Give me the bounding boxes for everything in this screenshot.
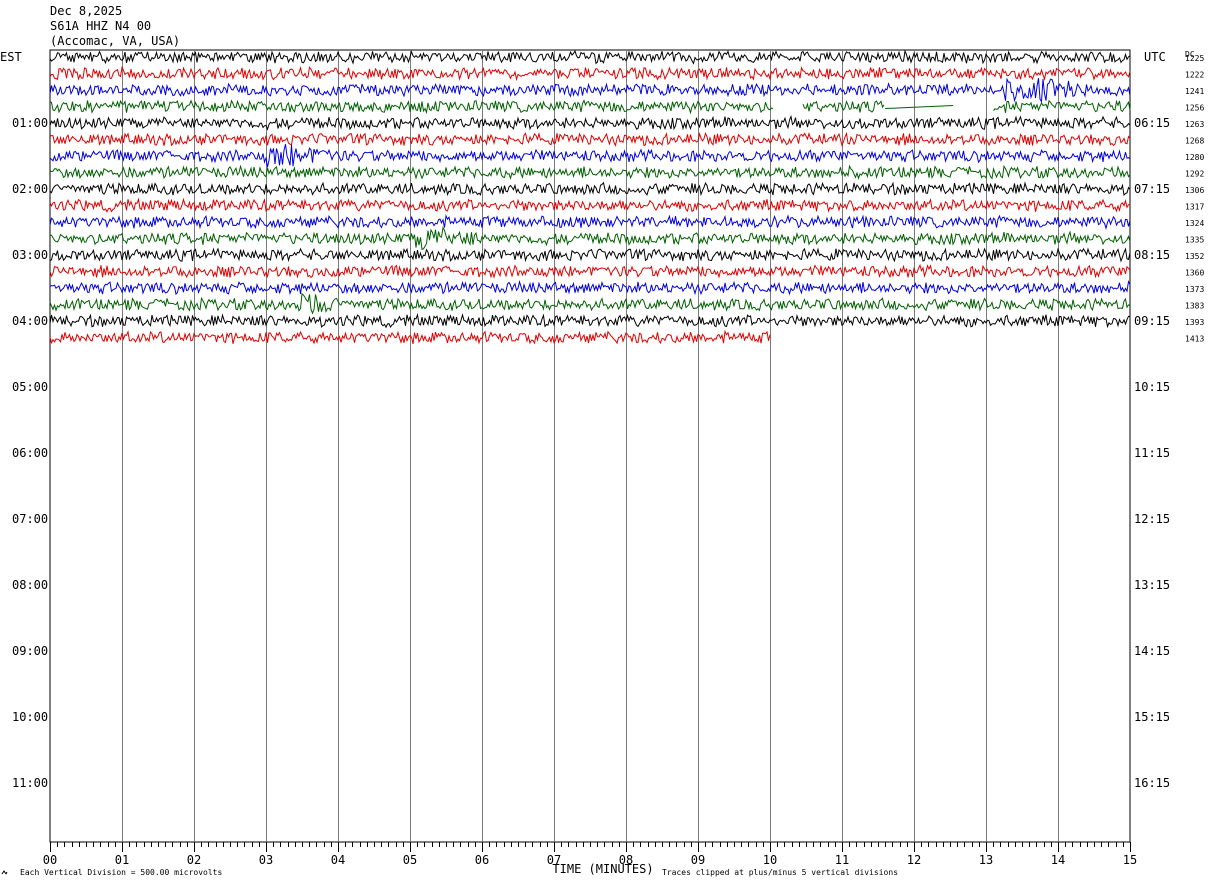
seismic-trace bbox=[49, 49, 1131, 65]
x-tick-label: 00 bbox=[43, 853, 57, 867]
seismic-trace bbox=[49, 99, 1131, 115]
dc-value: 1324 bbox=[1185, 219, 1204, 228]
dc-value: 1256 bbox=[1185, 104, 1204, 113]
gap-connector-line bbox=[885, 105, 954, 109]
dc-value: 1241 bbox=[1185, 87, 1204, 96]
seismic-trace bbox=[49, 144, 1131, 168]
est-hour-label: 07:00 bbox=[12, 512, 48, 526]
seismic-trace bbox=[49, 65, 1131, 82]
dc-value: 1393 bbox=[1185, 318, 1204, 327]
dc-value: 1280 bbox=[1185, 153, 1204, 162]
est-hour-label: 03:00 bbox=[12, 248, 48, 262]
seismic-trace bbox=[50, 226, 1131, 250]
seismic-trace bbox=[49, 77, 1131, 104]
x-tick-label: 04 bbox=[331, 853, 345, 867]
seismic-trace bbox=[49, 247, 1131, 263]
x-tick-label: 05 bbox=[403, 853, 417, 867]
seismic-trace bbox=[49, 279, 1131, 296]
clip-note: Traces clipped at plus/minus 5 vertical … bbox=[662, 868, 898, 877]
dc-value: 1268 bbox=[1185, 137, 1204, 146]
utc-hour-label: 11:15 bbox=[1134, 446, 1170, 460]
est-hour-label: 06:00 bbox=[12, 446, 48, 460]
est-hour-label: 10:00 bbox=[12, 710, 48, 724]
dc-value: 1222 bbox=[1185, 71, 1204, 80]
seismic-trace bbox=[49, 263, 1131, 280]
x-tick-label: 12 bbox=[907, 853, 921, 867]
seismic-trace bbox=[49, 292, 1131, 315]
seismic-trace bbox=[49, 164, 1131, 181]
utc-hour-label: 10:15 bbox=[1134, 380, 1170, 394]
est-hour-label: 08:00 bbox=[12, 578, 48, 592]
dc-value: 1360 bbox=[1185, 269, 1204, 278]
x-tick-label: 10 bbox=[763, 853, 777, 867]
dc-value: 1317 bbox=[1185, 203, 1204, 212]
dc-value: 1225 bbox=[1185, 54, 1204, 63]
dc-value: 1263 bbox=[1185, 120, 1204, 129]
dc-value: 1352 bbox=[1185, 252, 1204, 261]
dc-value: 1306 bbox=[1185, 186, 1204, 195]
x-tick-label: 06 bbox=[475, 853, 489, 867]
dc-value: 1373 bbox=[1185, 285, 1204, 294]
seismic-trace bbox=[49, 131, 1131, 148]
utc-hour-label: 08:15 bbox=[1134, 248, 1170, 262]
est-hour-label: 04:00 bbox=[12, 314, 48, 328]
x-tick-label: 01 bbox=[115, 853, 129, 867]
est-hour-label: 09:00 bbox=[12, 644, 48, 658]
seismic-trace bbox=[49, 197, 1131, 213]
utc-hour-label: 06:15 bbox=[1134, 116, 1170, 130]
x-tick-label: 13 bbox=[979, 853, 993, 867]
est-hour-label: 01:00 bbox=[12, 116, 48, 130]
dc-value: 1413 bbox=[1185, 335, 1204, 344]
utc-hour-label: 07:15 bbox=[1134, 182, 1170, 196]
seismogram-chart: 00 01 02 03 04 05 06 07 08 09 10 11 12 13 14 15TIME (MI… bbox=[1, 49, 1204, 877]
x-axis-title: TIME (MINUTES) bbox=[552, 862, 653, 876]
logo-mark bbox=[1, 870, 8, 875]
utc-hour-label: 15:15 bbox=[1134, 710, 1170, 724]
x-tick-label: 09 bbox=[691, 853, 705, 867]
utc-hour-label: 14:15 bbox=[1134, 644, 1170, 658]
utc-hour-label: 09:15 bbox=[1134, 314, 1170, 328]
seismic-trace bbox=[49, 214, 1131, 231]
x-tick-label: 15 bbox=[1123, 853, 1137, 867]
dc-value: 1335 bbox=[1185, 236, 1204, 245]
seismic-trace bbox=[49, 114, 1131, 131]
scale-note: Each Vertical Division = 500.00 microvol… bbox=[20, 868, 222, 877]
utc-hour-label: 16:15 bbox=[1134, 776, 1170, 790]
dc-value: 1292 bbox=[1185, 170, 1204, 179]
x-tick-label: 14 bbox=[1051, 853, 1065, 867]
dc-value: 1383 bbox=[1185, 302, 1204, 311]
est-hour-label: 02:00 bbox=[12, 182, 48, 196]
utc-hour-label: 13:15 bbox=[1134, 578, 1170, 592]
seismic-trace bbox=[49, 181, 1131, 197]
x-tick-label: 02 bbox=[187, 853, 201, 867]
est-hour-label: 11:00 bbox=[12, 776, 48, 790]
x-tick-label: 11 bbox=[835, 853, 849, 867]
est-hour-label: 05:00 bbox=[12, 380, 48, 394]
utc-hour-label: 12:15 bbox=[1134, 512, 1170, 526]
x-tick-label: 03 bbox=[259, 853, 273, 867]
seismic-trace bbox=[49, 312, 1131, 329]
